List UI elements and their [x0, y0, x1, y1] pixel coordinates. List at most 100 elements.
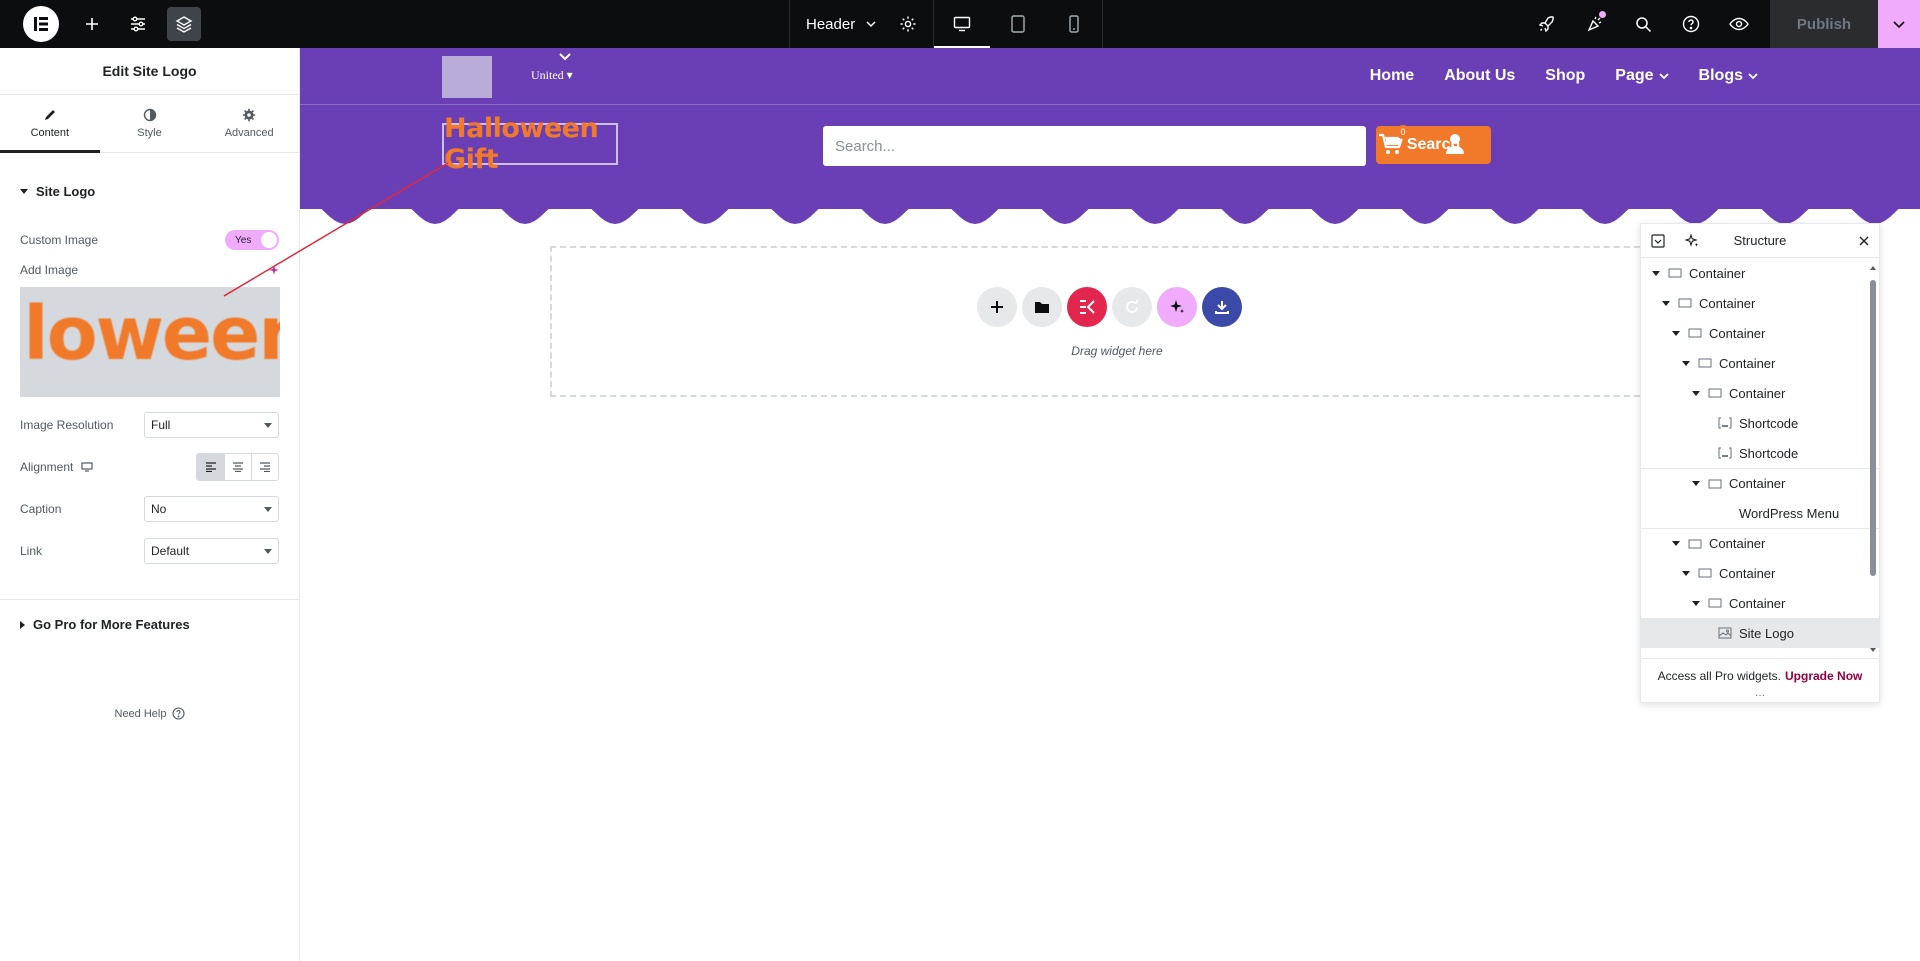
ai-sparkle-icon[interactable] — [1685, 233, 1699, 248]
structure-item-label: Container — [1729, 595, 1786, 611]
menu-item-page[interactable]: Page — [1615, 67, 1669, 85]
help-button[interactable] — [1667, 0, 1715, 48]
language-switcher[interactable]: United ▾ — [531, 68, 573, 83]
structure-item[interactable]: Container — [1641, 558, 1879, 588]
whats-new-button[interactable] — [1571, 0, 1619, 48]
ai-assistant-disabled-button[interactable] — [1112, 287, 1152, 327]
publish-options-button[interactable] — [1878, 0, 1920, 48]
caret-down-icon[interactable] — [1681, 570, 1691, 576]
structure-item[interactable]: Site Logo — [1641, 618, 1879, 648]
structure-item[interactable]: Container — [1641, 378, 1879, 408]
structure-item[interactable]: Container — [1641, 528, 1879, 558]
caret-down-icon[interactable] — [1691, 481, 1701, 486]
desktop-mode-button[interactable] — [934, 0, 991, 48]
structure-item[interactable]: Container — [1641, 468, 1879, 498]
elementskit-button[interactable] — [1067, 287, 1107, 327]
resize-handle[interactable]: ··· — [1641, 691, 1879, 701]
structure-item-label: Site Logo — [1739, 625, 1794, 641]
caret-down-icon[interactable] — [1661, 300, 1671, 306]
structure-item[interactable]: Container — [1641, 318, 1879, 348]
elementor-logo-icon[interactable] — [23, 6, 59, 42]
caret-down-icon — [264, 548, 272, 554]
caret-down-icon[interactable] — [1671, 330, 1681, 336]
publish-button[interactable]: Publish — [1770, 0, 1878, 48]
site-settings-button[interactable] — [121, 7, 155, 41]
go-pro-label: Go Pro for More Features — [33, 617, 190, 632]
panel-title: Edit Site Logo — [0, 48, 299, 95]
caption-value: No — [151, 502, 167, 516]
add-section-button[interactable] — [977, 287, 1017, 327]
structure-item[interactable]: Shortcode — [1641, 438, 1879, 468]
desktop-icon[interactable] — [81, 462, 93, 472]
structure-item[interactable]: Container — [1641, 288, 1879, 318]
alignment-buttons — [196, 453, 279, 481]
upgrade-now-link[interactable]: Upgrade Now — [1785, 669, 1862, 683]
need-help-link[interactable]: Need Help — [0, 707, 300, 720]
align-center-button[interactable] — [224, 454, 251, 480]
structure-item[interactable]: Shortcode — [1641, 408, 1879, 438]
add-template-button[interactable] — [1022, 287, 1062, 327]
collapse-all-icon[interactable] — [1651, 233, 1665, 248]
section-go-pro-toggle[interactable]: Go Pro for More Features — [0, 599, 299, 649]
structure-item-label: Container — [1729, 385, 1786, 401]
menu-item-blogs[interactable]: Blogs — [1699, 67, 1758, 85]
align-right-button[interactable] — [251, 454, 278, 480]
add-element-button[interactable] — [75, 7, 109, 41]
caret-down-icon[interactable] — [1671, 541, 1681, 546]
caption-select[interactable]: No — [144, 496, 279, 522]
document-switcher[interactable]: Header — [790, 0, 893, 48]
help-icon — [1682, 15, 1700, 33]
structure-panel: Structure Container Container Container Con… — [1640, 223, 1880, 703]
structure-item[interactable]: Container — [1641, 258, 1879, 288]
tab-advanced[interactable]: Advanced — [199, 95, 299, 152]
structure-item[interactable]: Container — [1641, 348, 1879, 378]
account-button[interactable] — [1442, 131, 1468, 157]
image-icon — [1717, 627, 1733, 639]
align-left-button[interactable] — [197, 454, 224, 480]
image-resolution-select[interactable]: Full — [144, 412, 279, 438]
structure-button[interactable] — [167, 7, 201, 41]
link-select[interactable]: Default — [144, 538, 279, 564]
ai-generate-button[interactable] — [1157, 287, 1197, 327]
close-icon[interactable] — [1859, 236, 1869, 246]
tab-style[interactable]: Style — [100, 95, 200, 152]
rocket-icon — [1538, 16, 1554, 33]
document-settings-button[interactable] — [893, 0, 923, 48]
cart-button[interactable]: 0 — [1378, 125, 1410, 157]
alignment-control: Alignment — [0, 453, 299, 481]
tablet-mode-button[interactable] — [990, 0, 1046, 48]
language-label: United — [531, 68, 564, 82]
custom-image-toggle[interactable]: Yes — [225, 230, 279, 250]
scrollbar-thumb[interactable] — [1870, 280, 1876, 576]
image-preview[interactable]: lloween G — [20, 287, 280, 397]
structure-item-label: Container — [1709, 536, 1766, 551]
preview-button[interactable] — [1715, 0, 1763, 48]
wishlist-button[interactable] — [1314, 131, 1340, 157]
mobile-mode-button[interactable] — [1046, 0, 1102, 48]
caret-down-icon[interactable] — [1681, 360, 1691, 366]
site-logo[interactable]: Halloween Gift — [442, 113, 618, 175]
ai-sparkle-icon[interactable] — [269, 265, 279, 275]
image-preview-text: lloween G — [20, 291, 280, 377]
folder-icon — [1035, 302, 1049, 313]
logo-placeholder[interactable] — [442, 56, 492, 98]
menu-item-home[interactable]: Home — [1370, 67, 1414, 85]
caret-down-icon[interactable] — [1691, 600, 1701, 606]
structure-item[interactable]: Container — [1641, 588, 1879, 618]
caret-down-icon[interactable] — [1691, 390, 1701, 396]
help-icon — [172, 707, 186, 720]
image-resolution-control: Image Resolution Full — [0, 411, 299, 439]
finder-button[interactable] — [1619, 0, 1667, 48]
menu-item-shop[interactable]: Shop — [1545, 67, 1585, 85]
container-icon — [1687, 328, 1703, 338]
import-button[interactable] — [1202, 287, 1242, 327]
launchpad-button[interactable] — [1523, 0, 1571, 48]
caret-down-icon — [20, 188, 28, 194]
tab-content[interactable]: Content — [0, 95, 100, 153]
section-site-logo-toggle[interactable]: Site Logo — [0, 153, 299, 229]
structure-item[interactable]: WordPress Menu — [1641, 498, 1879, 528]
shortcode-icon — [1717, 417, 1733, 429]
site-search-input[interactable]: Search... — [823, 126, 1366, 166]
caret-down-icon[interactable] — [1651, 270, 1661, 276]
menu-item-about-us[interactable]: About Us — [1444, 67, 1515, 85]
